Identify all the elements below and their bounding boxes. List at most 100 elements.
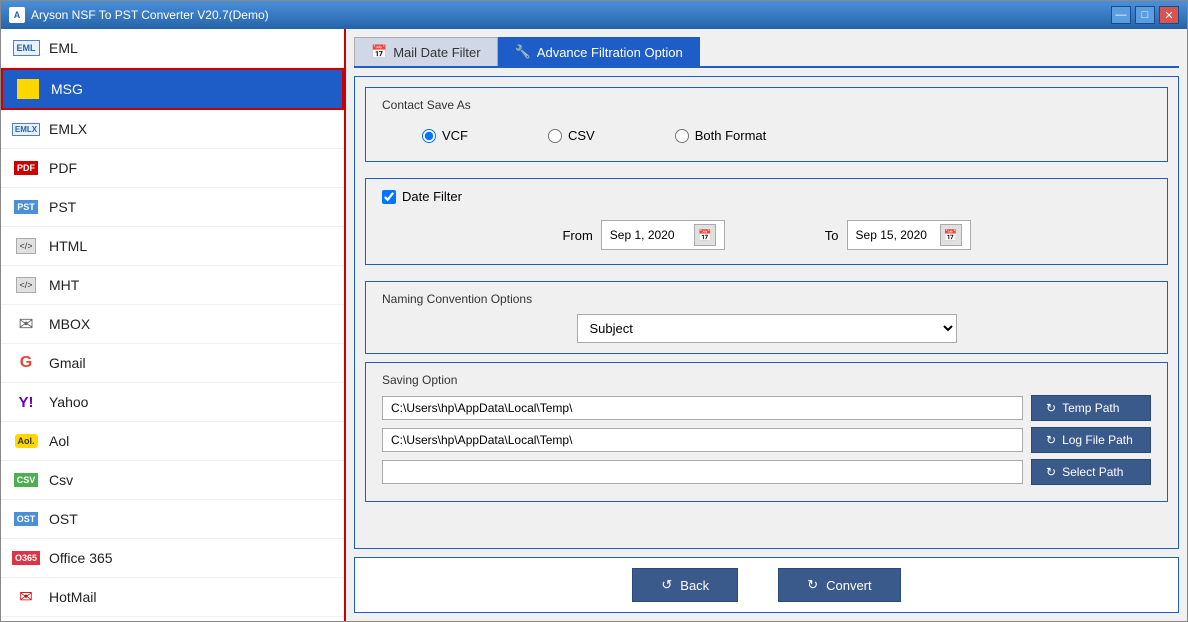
- date-filter-label: Date Filter: [402, 189, 462, 204]
- vcf-option[interactable]: VCF: [422, 128, 468, 143]
- hotmail-icon: ✉: [13, 584, 39, 610]
- tab-advance-filtration[interactable]: 🔧 Advance Filtration Option: [498, 37, 700, 66]
- tab-mail-date-filter[interactable]: 📅 Mail Date Filter: [354, 37, 498, 66]
- sidebar-label-yahoo: Yahoo: [49, 394, 88, 410]
- gmail-icon: G: [13, 350, 39, 376]
- title-bar-controls: — □ ✕: [1111, 6, 1179, 24]
- sidebar-item-eml[interactable]: EML EML: [1, 29, 344, 68]
- sidebar-item-msg[interactable]: MSG: [1, 68, 344, 110]
- temp-path-button[interactable]: ↻ Temp Path: [1031, 395, 1151, 421]
- sidebar-label-ost: OST: [49, 511, 78, 527]
- eml-icon: EML: [13, 35, 39, 61]
- pdf-icon: PDF: [13, 155, 39, 181]
- csv-icon: CSV: [13, 467, 39, 493]
- window-title: Aryson NSF To PST Converter V20.7(Demo): [31, 8, 269, 22]
- sidebar-item-html[interactable]: </> HTML: [1, 227, 344, 266]
- sidebar-item-mht[interactable]: </> MHT: [1, 266, 344, 305]
- close-button[interactable]: ✕: [1159, 6, 1179, 24]
- calendar-icon: 📅: [371, 44, 387, 60]
- select-path-button[interactable]: ↻ Select Path: [1031, 459, 1151, 485]
- main-window: A Aryson NSF To PST Converter V20.7(Demo…: [0, 0, 1188, 622]
- vcf-label: VCF: [442, 128, 468, 143]
- sidebar-item-pdf[interactable]: PDF PDF: [1, 149, 344, 188]
- to-date-field: To 📅: [825, 220, 971, 250]
- naming-convention-wrapper: Subject Date From To Subject-Date: [382, 314, 1151, 343]
- log-file-input[interactable]: [382, 428, 1023, 452]
- sidebar-label-html: HTML: [49, 238, 87, 254]
- sidebar-label-aol: Aol: [49, 433, 69, 449]
- tab-mail-label: Mail Date Filter: [393, 45, 480, 60]
- vcf-radio[interactable]: [422, 129, 436, 143]
- sidebar-label-msg: MSG: [51, 81, 83, 97]
- sidebar-item-pst[interactable]: PST PST: [1, 188, 344, 227]
- back-button[interactable]: ↺ Back: [632, 568, 738, 602]
- date-filter-checkbox[interactable]: [382, 190, 396, 204]
- filter-icon: 🔧: [515, 44, 531, 60]
- office365-icon: O365: [13, 545, 39, 571]
- log-sync-icon: ↻: [1046, 433, 1056, 447]
- html-icon: </>: [13, 233, 39, 259]
- select-sync-icon: ↻: [1046, 465, 1056, 479]
- aol-icon: Aol.: [13, 428, 39, 454]
- sidebar-item-liveexchange[interactable]: LE LiveExchange: [1, 617, 344, 621]
- csv-radio[interactable]: [548, 129, 562, 143]
- saving-option-section: Saving Option ↻ Temp Path ↻ Log File Pat…: [365, 362, 1168, 502]
- back-icon: ↺: [661, 577, 672, 593]
- sidebar-label-csv: Csv: [49, 472, 73, 488]
- app-icon: A: [9, 7, 25, 23]
- from-date-input[interactable]: [610, 228, 690, 242]
- to-calendar-button[interactable]: 📅: [940, 224, 962, 246]
- to-label: To: [825, 228, 839, 243]
- maximize-button[interactable]: □: [1135, 6, 1155, 24]
- naming-convention-label: Naming Convention Options: [382, 292, 1151, 306]
- from-date-input-wrapper: 📅: [601, 220, 725, 250]
- date-row: From 📅 To 📅: [382, 216, 1151, 254]
- right-panel: 📅 Mail Date Filter 🔧 Advance Filtration …: [346, 29, 1187, 621]
- sidebar-label-pst: PST: [49, 199, 76, 215]
- sidebar-label-emlx: EMLX: [49, 121, 87, 137]
- to-date-input[interactable]: [856, 228, 936, 242]
- sidebar-item-csv[interactable]: CSV Csv: [1, 461, 344, 500]
- sidebar-item-office365[interactable]: O365 Office 365: [1, 539, 344, 578]
- log-file-button[interactable]: ↻ Log File Path: [1031, 427, 1151, 453]
- contact-save-as-options: VCF CSV Both Format: [382, 120, 1151, 151]
- sidebar-item-ost[interactable]: OST OST: [1, 500, 344, 539]
- temp-path-input[interactable]: [382, 396, 1023, 420]
- sidebar-item-aol[interactable]: Aol. Aol: [1, 422, 344, 461]
- csv-label: CSV: [568, 128, 595, 143]
- sidebar-label-hotmail: HotMail: [49, 589, 96, 605]
- both-format-option[interactable]: Both Format: [675, 128, 767, 143]
- mbox-icon: ✉: [13, 311, 39, 337]
- sidebar-item-yahoo[interactable]: Y! Yahoo: [1, 383, 344, 422]
- emlx-icon: EMLX: [13, 116, 39, 142]
- select-path-label: Select Path: [1062, 465, 1123, 479]
- sidebar-item-gmail[interactable]: G Gmail: [1, 344, 344, 383]
- pst-icon: PST: [13, 194, 39, 220]
- mht-icon: </>: [13, 272, 39, 298]
- temp-path-row: ↻ Temp Path: [382, 395, 1151, 421]
- sidebar-item-mbox[interactable]: ✉ MBOX: [1, 305, 344, 344]
- from-calendar-button[interactable]: 📅: [694, 224, 716, 246]
- convert-label: Convert: [826, 578, 872, 593]
- sidebar-item-emlx[interactable]: EMLX EMLX: [1, 110, 344, 149]
- naming-convention-select[interactable]: Subject Date From To Subject-Date: [577, 314, 957, 343]
- naming-convention-section: Naming Convention Options Subject Date F…: [365, 281, 1168, 354]
- minimize-button[interactable]: —: [1111, 6, 1131, 24]
- saving-option-label: Saving Option: [382, 373, 1151, 387]
- title-bar-left: A Aryson NSF To PST Converter V20.7(Demo…: [9, 7, 269, 23]
- convert-button[interactable]: ↻ Convert: [778, 568, 900, 602]
- tab-bar: 📅 Mail Date Filter 🔧 Advance Filtration …: [354, 37, 1179, 68]
- both-radio[interactable]: [675, 129, 689, 143]
- msg-icon: [15, 76, 41, 102]
- convert-icon: ↻: [807, 577, 818, 593]
- temp-path-label: Temp Path: [1062, 401, 1119, 415]
- title-bar: A Aryson NSF To PST Converter V20.7(Demo…: [1, 1, 1187, 29]
- ost-icon: OST: [13, 506, 39, 532]
- yahoo-icon: Y!: [13, 389, 39, 415]
- select-path-input[interactable]: [382, 460, 1023, 484]
- sidebar: EML EML MSG EMLX EMLX PDF: [1, 29, 346, 621]
- csv-option[interactable]: CSV: [548, 128, 595, 143]
- outer-panel: Contact Save As VCF CSV Both Format: [354, 76, 1179, 549]
- sidebar-item-hotmail[interactable]: ✉ HotMail: [1, 578, 344, 617]
- both-format-label: Both Format: [695, 128, 767, 143]
